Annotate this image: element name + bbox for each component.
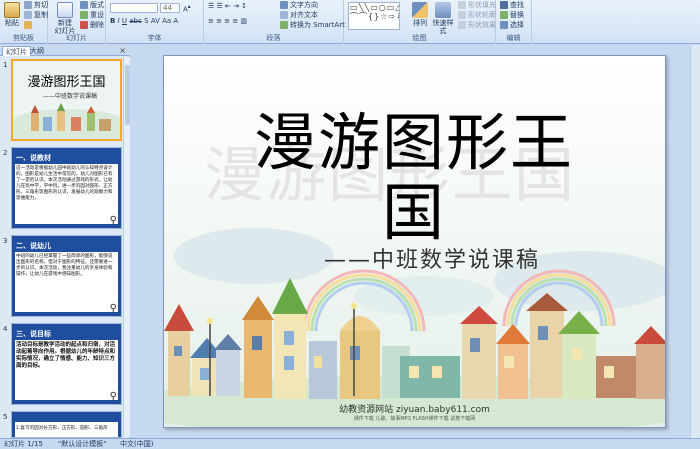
slide-thumbnail-1[interactable]: 漫游图形王国 ——中班数学说课稿 <box>11 59 122 141</box>
copy-icon <box>24 11 32 19</box>
text-direction-icon <box>280 1 288 9</box>
binoculars-icon <box>500 1 508 9</box>
thumbnail-scrollbar[interactable] <box>123 57 130 437</box>
scissors-icon <box>24 1 32 9</box>
select-button[interactable]: 选择 <box>500 21 524 30</box>
editing-group: 查找 替换 选择 编辑 <box>496 0 532 44</box>
pane-tabs: 幻灯片 大纲 × <box>0 45 130 56</box>
ribbon: 粘贴 剪切 复制 剪贴板 新建 幻灯片 版式 重设 删除 幻灯片 44 A▴ B … <box>0 0 700 44</box>
thumb-3-title: 二、说幼儿 <box>16 242 51 250</box>
shape-fill-button[interactable]: 形状填充 <box>458 1 496 10</box>
arrange-button[interactable]: 排列 <box>410 2 430 27</box>
layout-button[interactable]: 版式 <box>80 1 104 10</box>
pen-icon <box>458 11 466 19</box>
align-text-icon <box>280 11 288 19</box>
effects-icon <box>458 21 466 29</box>
theme-name: "默认设计模板" <box>58 440 107 448</box>
slide-scrollbar[interactable] <box>690 45 700 438</box>
slide-canvas[interactable]: 漫游图形王国 漫游图形王国 ——中班数学说课稿 幼教资源网站 ziyuan.ba… <box>163 55 666 428</box>
thumb-number: 5 <box>3 413 8 421</box>
font-group: 44 A▴ B I U abc S AV Aa A 字体 <box>106 0 204 44</box>
font-name-box[interactable] <box>110 3 158 13</box>
smartart-button[interactable]: 转换为 SmartArt <box>280 21 345 30</box>
shapes-gallery[interactable]: ▭╲╲▭○▭△⌐ ⌒⌒{}☆⇨⇩◇ <box>348 2 400 30</box>
bicycle-icon: ⚲ <box>109 215 117 226</box>
quick-styles-icon <box>435 2 451 18</box>
status-bar: 幻灯片 1/15 "默认设计模板" 中文(中国) <box>0 438 700 449</box>
cursor-icon <box>500 21 508 29</box>
paragraph-label: 段落 <box>266 34 281 42</box>
thumb-4-title: 三、说目标 <box>16 330 51 338</box>
paste-button[interactable]: 粘贴 <box>2 2 22 27</box>
delete-icon <box>80 21 88 29</box>
thumb-number: 1 <box>3 61 8 69</box>
new-slide-button[interactable]: 新建 幻灯片 <box>54 2 76 35</box>
slide-position: 幻灯片 1/15 <box>4 440 43 448</box>
font-size-box[interactable]: 44 <box>160 3 180 13</box>
clipboard-label: 剪贴板 <box>13 34 34 42</box>
bicycle-icon: ⚲ <box>109 303 117 314</box>
thumb-3-body: 中班的幼儿已经掌握了一些简单的图形，能够说出图形的名称。但对于图形的特征，还需要… <box>16 254 113 277</box>
thumb-2-body: 这一活动是根据幼儿园中班幼儿的认知特点设计的。图形是幼儿生活中常见的，幼儿对图形… <box>16 166 113 201</box>
reset-button[interactable]: 重设 <box>80 11 104 20</box>
font-style-row[interactable]: B I U abc S AV Aa A <box>110 17 178 26</box>
new-slide-icon <box>57 2 73 18</box>
drawing-group: ▭╲╲▭○▭△⌐ ⌒⌒{}☆⇨⇩◇ 排列 快速样式 形状填充 形状轮廓 形状效果… <box>344 0 496 44</box>
paragraph-group: ☰ ☰ ⇤ ⇥ ↕ ≡ ≡ ≡ ≡ ▥ 文字方向 对齐文本 转换为 SmartA… <box>204 0 345 44</box>
font-label: 字体 <box>147 34 162 42</box>
smartart-icon <box>280 21 288 29</box>
format-painter-button[interactable] <box>24 21 34 30</box>
grow-font-button[interactable]: A▴ <box>183 3 191 14</box>
drawing-label: 绘图 <box>412 34 427 42</box>
thumb-5-body: 1.复习巩固对长方形、正方形、圆形、三角形 <box>16 426 108 431</box>
slides-pane: 幻灯片 大纲 × 1 漫游图形王国 ——中班数学说课稿 2 一、说教材 这一活动… <box>0 45 130 438</box>
language: 中文(中国) <box>120 440 154 448</box>
fill-bucket-icon <box>458 1 466 9</box>
slide-thumbnail-5[interactable]: 1.复习巩固对长方形、正方形、圆形、三角形 <box>11 411 122 438</box>
thumb-2-title: 一、说教材 <box>16 154 51 162</box>
thumb-1-title: 漫游图形王国 <box>27 75 106 90</box>
slide-title[interactable]: 漫游图形王国 <box>224 108 604 248</box>
slide-thumbnail-4[interactable]: 三、说目标 活动目标是教学活动的起点和归宿，对活动起着导向作用。根据幼儿的年龄特… <box>11 323 122 405</box>
brush-icon <box>24 21 32 29</box>
editing-label: 编辑 <box>506 34 521 42</box>
copy-button[interactable]: 复制 <box>24 11 48 20</box>
scrollbar-thumb[interactable] <box>125 65 130 125</box>
shape-effects-button[interactable]: 形状效果 <box>458 21 496 30</box>
slide-subtitle[interactable]: ——中班数学说课稿 <box>324 242 540 274</box>
replace-button[interactable]: 替换 <box>500 11 524 20</box>
site-links: 课件下载 儿歌、故事MP3 FLASH课件下载 试卷下载网 <box>353 416 476 422</box>
slide-thumbnail-2[interactable]: 一、说教材 这一活动是根据幼儿园中班幼儿的认知特点设计的。图形是幼儿生活中常见的… <box>11 147 122 229</box>
thumb-number: 2 <box>3 149 8 157</box>
text-direction-button[interactable]: 文字方向 <box>280 1 318 10</box>
clipboard-group: 粘贴 剪切 复制 剪贴板 <box>0 0 48 44</box>
thumb-1-subtitle: ——中班数学说课稿 <box>43 93 98 100</box>
delete-button[interactable]: 删除 <box>80 21 104 30</box>
slides-group: 新建 幻灯片 版式 重设 删除 幻灯片 <box>48 0 106 44</box>
thumb-4-body: 活动目标是教学活动的起点和归宿，对活动起着导向作用。根据幼儿的年龄特点和实际情况… <box>16 342 116 369</box>
paste-icon <box>4 2 20 18</box>
bicycle-icon: ⚲ <box>109 391 117 402</box>
bullets-row[interactable]: ☰ ☰ ⇤ ⇥ ↕ <box>208 2 247 11</box>
arrange-icon <box>412 2 428 18</box>
replace-icon <box>500 11 508 19</box>
find-button[interactable]: 查找 <box>500 1 524 10</box>
reset-icon <box>80 11 88 19</box>
align-text-button[interactable]: 对齐文本 <box>280 11 318 20</box>
slide-thumbnail-3[interactable]: 二、说幼儿 中班的幼儿已经掌握了一些简单的图形，能够说出图形的名称。但对于图形的… <box>11 235 122 317</box>
tab-outline[interactable]: 大纲 <box>27 46 47 56</box>
slides-label: 幻灯片 <box>66 34 87 42</box>
layout-icon <box>80 1 88 9</box>
cut-button[interactable]: 剪切 <box>24 1 48 10</box>
thumb-number: 3 <box>3 237 8 245</box>
align-row[interactable]: ≡ ≡ ≡ ≡ ▥ <box>208 17 247 26</box>
quick-styles-button[interactable]: 快速样式 <box>430 2 456 35</box>
close-icon[interactable]: × <box>119 45 126 56</box>
thumb-number: 4 <box>3 325 8 333</box>
shape-outline-button[interactable]: 形状轮廓 <box>458 11 496 20</box>
site-footer: 幼教资源网站 ziyuan.baby611.com <box>339 405 490 415</box>
